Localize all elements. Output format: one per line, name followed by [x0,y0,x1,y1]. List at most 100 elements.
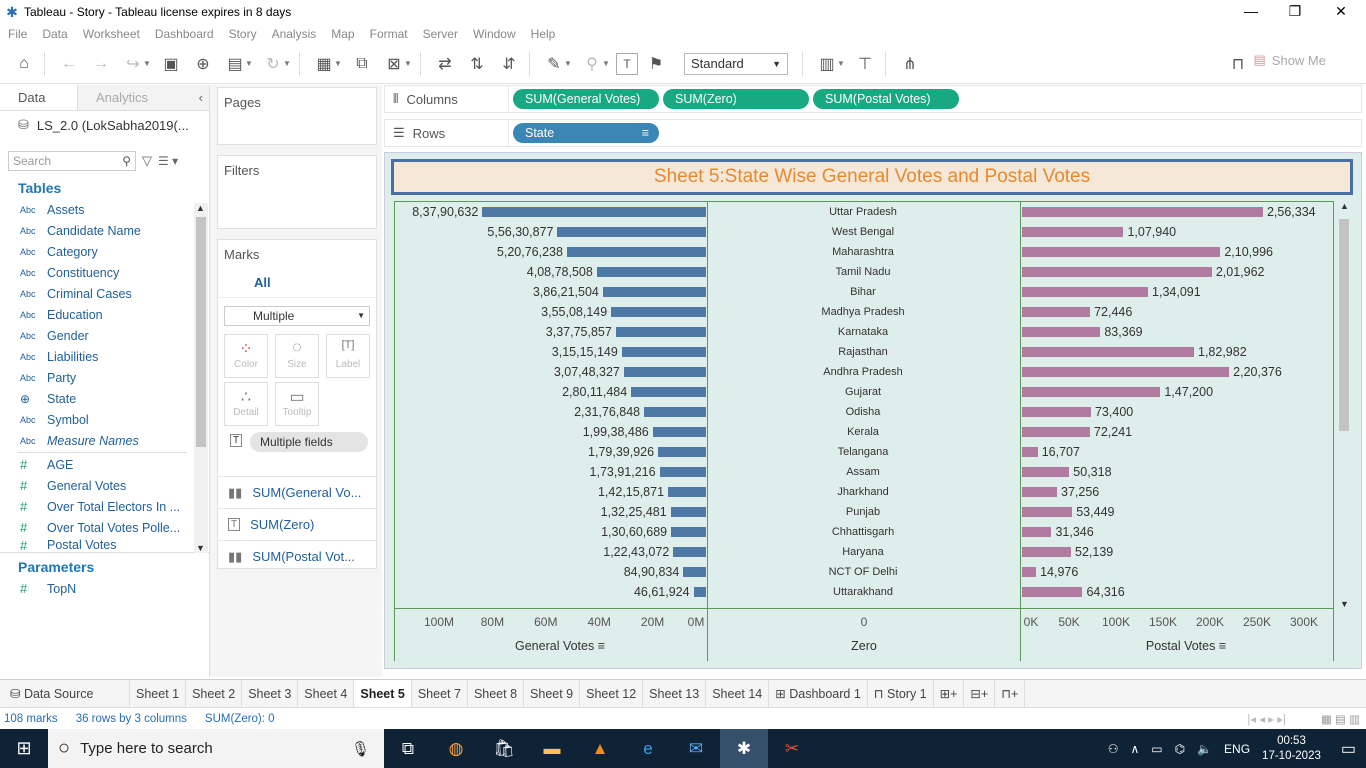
field-gender[interactable]: Abc Gender [0,325,209,346]
menu-worksheet[interactable]: Worksheet [83,27,140,41]
general-votes-bar[interactable] [673,547,706,557]
general-votes-bar[interactable] [670,507,706,517]
chevron-down-icon[interactable]: ▼ [564,59,574,68]
columns-shelf[interactable]: ⫴ Columns SUM(General Votes) SUM(Zero) SU… [384,85,1362,113]
postal-votes-bar[interactable] [1022,327,1101,337]
new-worksheet-tab-icon[interactable]: ⊞+ [934,679,965,708]
menu-analysis[interactable]: Analysis [272,27,317,41]
chevron-down-icon[interactable]: ▼ [837,59,847,68]
field-general-votes[interactable]: # General Votes [0,475,209,496]
field-candidate-name[interactable]: Abc Candidate Name [0,220,209,241]
tableau-taskbar-icon[interactable]: ✱ [720,729,768,768]
tab-sheet-14[interactable]: Sheet 14 [706,679,770,708]
chevron-down-icon[interactable]: ▼ [245,59,255,68]
columns-pill-zero[interactable]: SUM(Zero) [663,89,809,109]
general-votes-bar[interactable] [557,227,706,237]
scrollbar-thumb[interactable] [196,217,206,447]
columns-pill-postal-votes[interactable]: SUM(Postal Votes) [813,89,959,109]
scroll-down-icon[interactable]: ▼ [196,543,205,553]
tab-sheet-8[interactable]: Sheet 8 [468,679,525,708]
scroll-up-icon[interactable]: ▲ [1340,201,1349,211]
field-over-total-electors[interactable]: # Over Total Electors In ... [0,496,209,517]
chevron-down-icon[interactable]: ▼ [283,59,293,68]
detail-button[interactable]: ∴ Detail [224,382,268,426]
file-explorer-icon[interactable]: ▬ [528,739,576,759]
task-view-icon[interactable]: ⧉ [384,739,432,759]
menu-window[interactable]: Window [473,27,516,41]
sort-ascending-icon[interactable]: ⇅ [463,50,491,78]
field-constituency[interactable]: Abc Constituency [0,262,209,283]
tab-sheet-7[interactable]: Sheet 7 [412,679,468,708]
new-dashboard-tab-icon[interactable]: ⊟+ [964,679,996,708]
general-votes-bar[interactable] [623,367,706,377]
sort-descending-icon[interactable]: ⇵ [495,50,523,78]
redo-icon[interactable]: → [87,50,115,78]
battery-icon[interactable]: ▭ [1151,742,1162,756]
tab-sheet-2[interactable]: Sheet 2 [186,679,243,708]
marks-row-postal-votes[interactable]: ▮▮ SUM(Postal Vot... [218,540,376,572]
windows-start-icon[interactable]: ⊞ [0,738,48,759]
restore-button[interactable]: ❐ [1272,0,1318,24]
field-age[interactable]: # AGE [0,454,209,475]
home-icon[interactable]: ⌂ [10,50,38,78]
postal-votes-bar[interactable] [1022,447,1038,457]
size-button[interactable]: ◌ Size [275,334,319,378]
clock[interactable]: 00:53 17-10-2023 [1262,734,1321,764]
columns-pill-general-votes[interactable]: SUM(General Votes) [513,89,659,109]
share-icon[interactable]: ⋔ [896,50,924,78]
tab-nav-icons[interactable]: |◂ ◂ ▸ ▸| [1247,712,1286,726]
postal-votes-bar[interactable] [1022,587,1083,597]
tab-sheet-12[interactable]: Sheet 12 [580,679,644,708]
app-icon[interactable]: ◍ [432,739,480,759]
postal-votes-bar[interactable] [1022,307,1091,317]
collapse-pane-icon[interactable]: ‹ [199,85,203,110]
swap-icon[interactable]: ⇄ [431,50,459,78]
general-votes-bar[interactable] [631,387,706,397]
general-votes-bar[interactable] [596,267,706,277]
datasource-item[interactable]: ⛁ LS_2.0 (LokSabha2019(... [0,111,209,139]
tab-data-source[interactable]: ⛁ Data Source [0,679,130,708]
marks-row-zero[interactable]: T SUM(Zero) [218,508,376,540]
general-votes-bar[interactable] [693,587,706,597]
filters-card[interactable]: Filters [217,155,377,229]
general-votes-bar[interactable] [671,527,706,537]
save-icon[interactable]: ▣ [157,50,185,78]
tab-sheet-4[interactable]: Sheet 4 [298,679,355,708]
volume-icon[interactable]: 🔈 [1197,742,1212,756]
field-state[interactable]: ⊕ State [0,388,209,409]
tab-sheet-1[interactable]: Sheet 1 [130,679,187,708]
field-category[interactable]: Abc Category [0,241,209,262]
menu-map[interactable]: Map [331,27,354,41]
postal-votes-bar[interactable] [1022,487,1058,497]
tray-chevron-icon[interactable]: ∧ [1130,742,1139,756]
label-button[interactable]: [T] Label [326,334,370,378]
postal-votes-bar[interactable] [1022,207,1263,217]
postal-votes-bar[interactable] [1022,347,1194,357]
snipping-tool-icon[interactable]: ✂ [768,739,816,759]
chevron-down-icon[interactable]: ▼ [334,59,344,68]
postal-votes-bar[interactable] [1022,247,1221,257]
undo-icon[interactable]: ← [55,50,83,78]
general-votes-bar[interactable] [668,487,706,497]
postal-votes-bar[interactable] [1022,547,1071,557]
vlc-icon[interactable]: ▲ [576,739,624,759]
menu-file[interactable]: File [8,27,27,41]
field-liabilities[interactable]: Abc Liabilities [0,346,209,367]
tab-story-1[interactable]: ⊓ Story 1 [868,679,934,708]
menu-dashboard[interactable]: Dashboard [155,27,214,41]
people-icon[interactable]: ⚇ [1108,742,1119,756]
pages-card[interactable]: Pages [217,87,377,145]
tooltip-button[interactable]: ▭ Tooltip [275,382,319,426]
postal-votes-bar[interactable] [1022,367,1230,377]
scroll-down-icon[interactable]: ▼ [1340,599,1349,609]
postal-votes-bar[interactable] [1022,287,1149,297]
show-me-button[interactable]: ▤ Show Me [1254,52,1327,68]
tab-sheet-9[interactable]: Sheet 9 [524,679,581,708]
edge-icon[interactable]: e [624,739,672,759]
general-votes-bar[interactable] [644,407,706,417]
paint-roller-icon[interactable]: ⊓ [1224,50,1252,78]
general-votes-bar[interactable] [621,347,706,357]
general-votes-bar[interactable] [611,307,706,317]
postal-votes-bar[interactable] [1022,227,1124,237]
taskbar-search[interactable]: ○ Type here to search 🎙 [48,729,384,768]
